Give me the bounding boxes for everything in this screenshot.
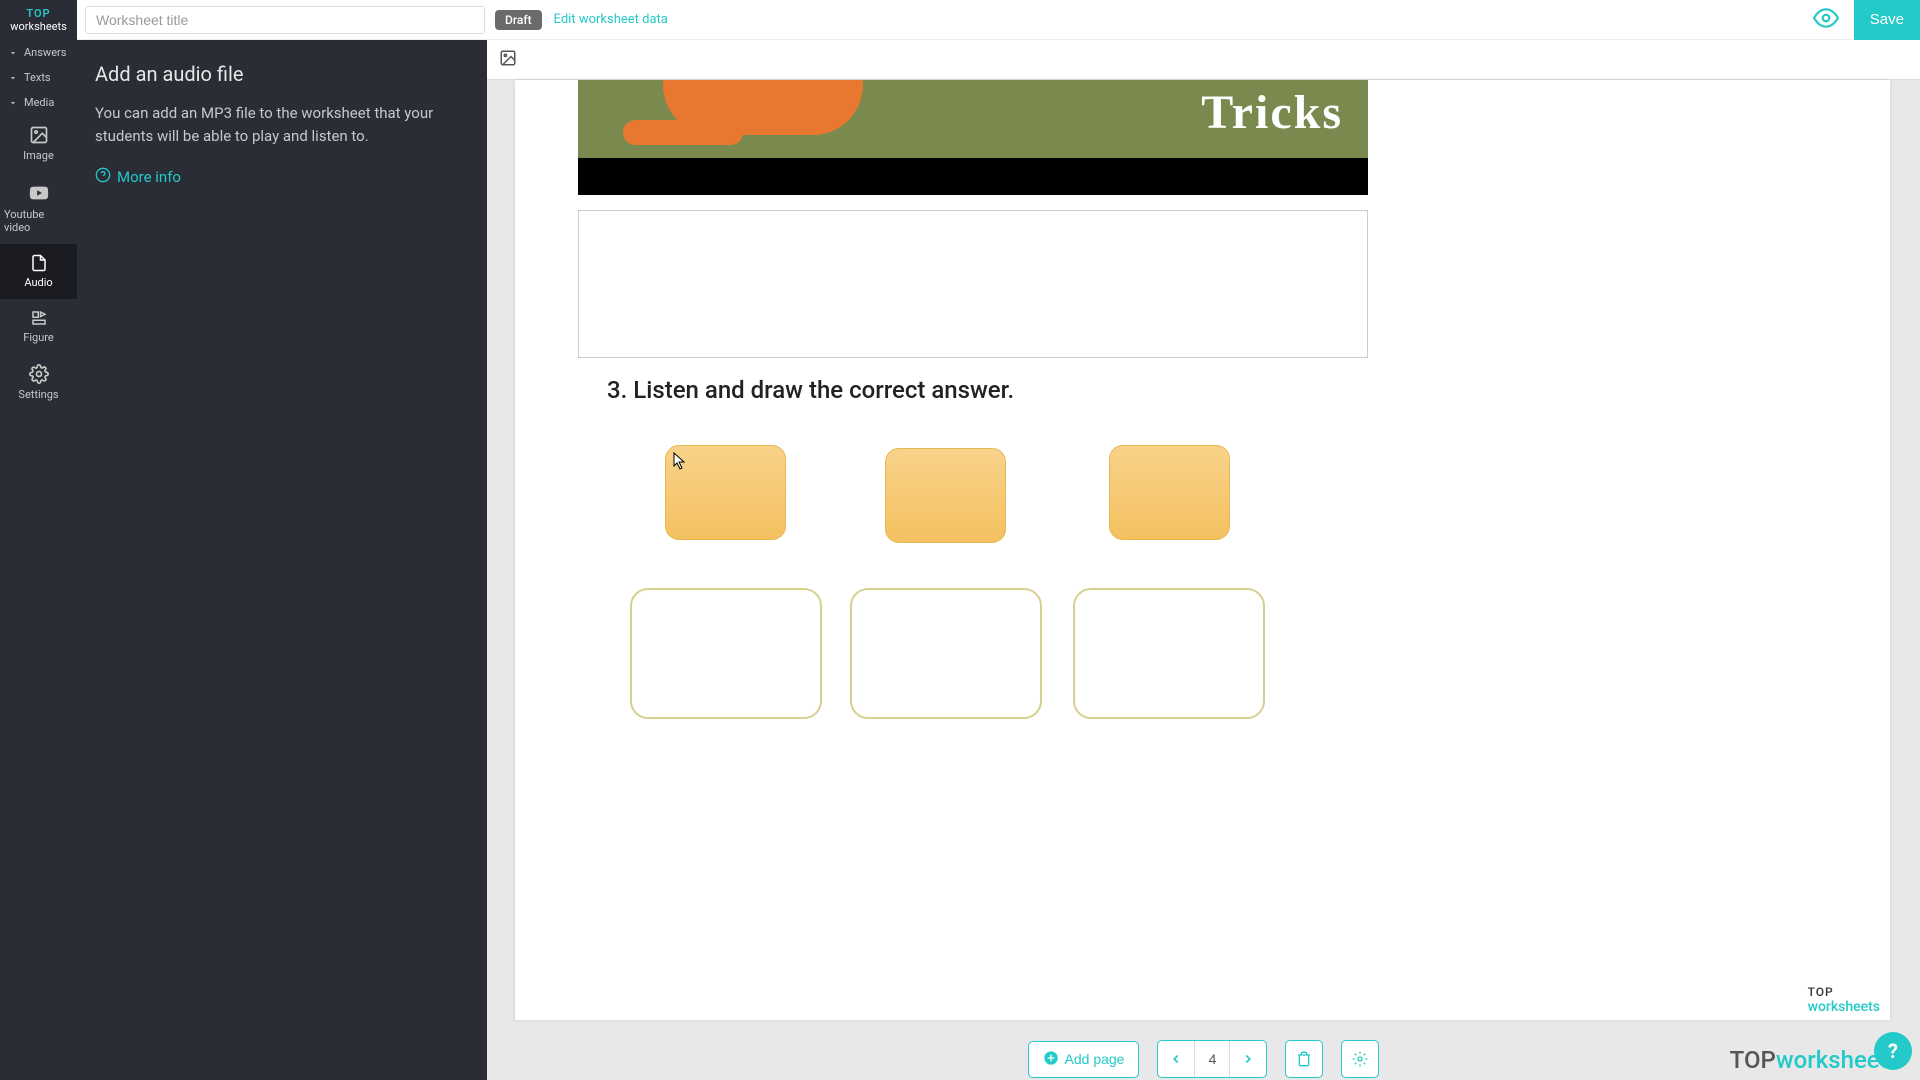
plus-circle-icon	[1043, 1050, 1059, 1069]
page-settings-button[interactable]	[1341, 1040, 1379, 1078]
watermark-bot: worksheets	[1808, 999, 1880, 1015]
logo-top: TOP	[26, 7, 50, 20]
page-number-input[interactable]	[1194, 1041, 1230, 1077]
image-icon	[29, 125, 49, 145]
draw-box[interactable]	[850, 588, 1042, 719]
youtube-icon	[28, 182, 50, 204]
sidebar-item-image[interactable]: Image	[0, 115, 77, 172]
image-tool-icon[interactable]	[499, 49, 517, 71]
panel-title: Add an audio file	[95, 62, 469, 86]
figure-icon	[30, 309, 48, 327]
preview-icon[interactable]	[1813, 5, 1839, 35]
question-circle-icon	[95, 167, 111, 187]
sidebar-item-label: Texts	[24, 71, 51, 84]
watermark: TOP worksheets	[1808, 985, 1880, 1015]
sidebar-item-label: Youtube video	[4, 208, 73, 234]
sidebar-item-media[interactable]: Media	[0, 90, 77, 115]
sidebar-item-youtube[interactable]: Youtube video	[0, 172, 77, 244]
canvas-toolbar	[487, 40, 1920, 80]
sidebar: Answers Texts Media Image Youtube video …	[0, 40, 77, 1080]
topbar-right: Save	[1813, 0, 1920, 40]
brand-top: TOP	[1730, 1046, 1776, 1074]
audio-icon	[30, 254, 48, 272]
more-info-label: More info	[117, 168, 181, 186]
logo-bottom: worksheets	[10, 20, 67, 33]
topbar: TOP worksheets Draft Edit worksheet data…	[0, 0, 1920, 40]
question-text: 3. Listen and draw the correct answer.	[607, 376, 1014, 404]
sidebar-item-figure[interactable]: Figure	[0, 299, 77, 354]
chevron-down-icon	[8, 73, 18, 83]
draw-box[interactable]	[1073, 588, 1265, 719]
text-block[interactable]	[578, 210, 1368, 358]
sidebar-item-settings[interactable]: Settings	[0, 354, 77, 411]
watermark-top: TOP	[1808, 985, 1880, 999]
worksheet-title-input[interactable]	[85, 6, 485, 34]
chevron-down-icon	[8, 98, 18, 108]
draft-badge: Draft	[495, 10, 542, 30]
gear-icon	[29, 364, 49, 384]
canvas-area: Tricks 3. Listen and draw the correct an…	[487, 40, 1920, 1080]
add-page-button[interactable]: Add page	[1028, 1041, 1140, 1078]
sidebar-item-label: Settings	[18, 388, 58, 401]
logo[interactable]: TOP worksheets	[0, 0, 77, 40]
sidebar-item-audio[interactable]: Audio	[0, 244, 77, 299]
sidebar-item-label: Answers	[24, 46, 66, 59]
video-block[interactable]: Tricks	[578, 80, 1368, 195]
sidebar-item-label: Figure	[23, 331, 53, 344]
panel-description: You can add an MP3 file to the worksheet…	[95, 102, 469, 147]
sidebar-item-label: Audio	[24, 276, 52, 289]
illustration-shape	[623, 120, 743, 145]
answer-box[interactable]	[885, 448, 1006, 543]
edit-worksheet-data-link[interactable]: Edit worksheet data	[554, 12, 668, 27]
sidebar-item-label: Image	[23, 149, 54, 162]
sidebar-item-texts[interactable]: Texts	[0, 65, 77, 90]
chevron-down-icon	[8, 48, 18, 58]
pager	[1157, 1040, 1267, 1078]
audio-panel: Add an audio file You can add an MP3 fil…	[77, 40, 487, 1080]
bottom-bar: Add page	[487, 1038, 1920, 1080]
more-info-link[interactable]: More info	[95, 167, 181, 187]
answer-box[interactable]	[1109, 445, 1230, 540]
prev-page-button[interactable]	[1158, 1041, 1194, 1077]
save-button[interactable]: Save	[1854, 0, 1920, 40]
add-page-label: Add page	[1065, 1051, 1125, 1067]
answer-box[interactable]	[665, 445, 786, 540]
sidebar-item-label: Media	[24, 96, 54, 109]
worksheet-page[interactable]: Tricks 3. Listen and draw the correct an…	[515, 80, 1890, 1020]
sidebar-item-answers[interactable]: Answers	[0, 40, 77, 65]
next-page-button[interactable]	[1230, 1041, 1266, 1077]
video-thumbnail: Tricks	[578, 80, 1368, 158]
help-button[interactable]: ?	[1874, 1032, 1912, 1070]
draw-box[interactable]	[630, 588, 822, 719]
video-title-text: Tricks	[1201, 85, 1343, 140]
delete-page-button[interactable]	[1285, 1040, 1323, 1078]
